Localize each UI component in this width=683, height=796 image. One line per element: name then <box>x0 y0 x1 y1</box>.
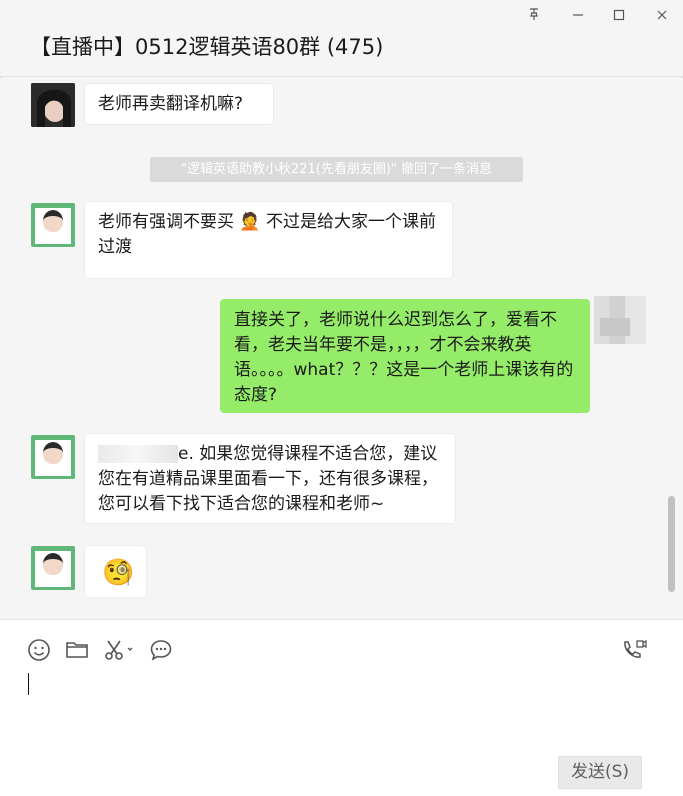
message-list[interactable]: 老师再卖翻译机嘛? "逻辑英语助教小秋221(先看朋友圈)" 撤回了一条消息 老… <box>0 78 683 619</box>
pin-icon[interactable] <box>522 6 546 28</box>
chat-title: 【直播中】0512逻辑英语80群 (475) <box>30 35 384 59</box>
chat-history-icon[interactable] <box>149 638 175 664</box>
avatar[interactable] <box>31 203 75 247</box>
folder-icon[interactable] <box>65 638 91 664</box>
minimize-icon[interactable] <box>566 6 590 28</box>
title-bar: 【直播中】0512逻辑英语80群 (475) <box>0 0 683 77</box>
facepalm-emoji: 🤦 <box>239 212 261 232</box>
send-button[interactable]: 发送(S) <box>558 756 642 789</box>
video-call-icon[interactable] <box>620 638 648 664</box>
scrollbar[interactable] <box>668 496 675 592</box>
avatar[interactable] <box>594 296 646 344</box>
avatar[interactable] <box>31 546 75 590</box>
message-bubble-self[interactable]: 直接关了，老师说什么迟到怎么了，爱看不看，老夫当年要不是，，，，才不会来教英语。… <box>220 299 590 413</box>
text-cursor <box>28 673 29 695</box>
maximize-icon[interactable] <box>607 6 631 28</box>
avatar[interactable] <box>31 435 75 479</box>
input-area[interactable]: 发送(S) <box>0 619 683 796</box>
scissors-icon[interactable] <box>103 638 135 664</box>
avatar[interactable] <box>31 83 75 127</box>
redacted-mention <box>98 445 178 463</box>
message-bubble[interactable]: 老师有强调不要买 🤦 不过是给大家一个课前过渡 <box>84 201 453 279</box>
message-text: 老师有强调不要买 <box>98 212 234 232</box>
emoji-icon[interactable] <box>27 638 53 664</box>
message-text: 直接关了，老师说什么迟到怎么了，爱看不看，老夫当年要不是，，，，才不会来教英语。… <box>234 310 574 405</box>
close-icon[interactable] <box>650 6 674 28</box>
system-notice: "逻辑英语助教小秋221(先看朋友圈)" 撤回了一条消息 <box>150 157 523 182</box>
message-bubble[interactable]: 老师再卖翻译机嘛? <box>84 83 274 125</box>
message-text: 老师再卖翻译机嘛? <box>98 94 244 114</box>
thinking-emoji: 🧐 <box>102 558 135 588</box>
message-bubble[interactable]: e. 如果您觉得课程不适合您，建议您在有道精品课里面看一下，还有很多课程，您可以… <box>84 433 456 524</box>
message-bubble[interactable]: 🧐 <box>84 545 147 598</box>
